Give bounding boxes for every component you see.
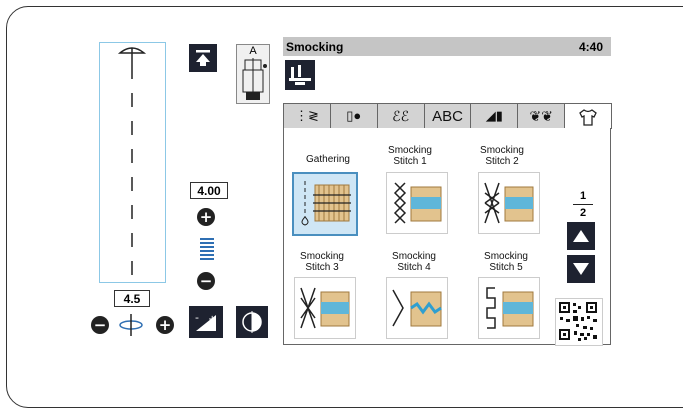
stitch-label-smocking-3: Smocking Stitch 3 (300, 251, 344, 273)
stitch-label-smocking-4: Smocking Stitch 4 (392, 251, 436, 273)
gathering-stitch-icon (301, 181, 351, 226)
stitch-label-smocking-1: Smocking Stitch 1 (388, 145, 432, 167)
stitch-gathering[interactable] (292, 172, 358, 236)
stitch-length-icon (200, 238, 214, 260)
page-total: 2 (579, 207, 587, 219)
tab-floral[interactable]: ❦❦ (517, 103, 566, 129)
screen-header: Smocking 4:40 (283, 37, 611, 56)
stitch-smocking-3[interactable] (294, 277, 356, 339)
stitch-label-gathering: Gathering (306, 154, 350, 165)
satin-stitch-icon: ◢▮ (485, 108, 503, 123)
mirror-button[interactable] (236, 306, 268, 338)
smocking-stitch-2-icon (484, 182, 534, 224)
page-up-button[interactable] (567, 222, 595, 250)
reverse-button[interactable] (189, 44, 217, 72)
qr-code-icon (559, 302, 597, 341)
stitch-label-smocking-5: Smocking Stitch 5 (484, 251, 528, 273)
width-decrease-button[interactable]: − (91, 316, 109, 334)
shirt-icon (579, 108, 597, 126)
presser-foot-letter: A (249, 45, 257, 57)
buttonhole-icon: ▯● (346, 108, 362, 123)
presser-foot-indicator: A (236, 44, 270, 104)
tab-lettering[interactable]: ABC (423, 103, 472, 129)
presser-foot-icon (242, 58, 267, 100)
qr-code[interactable] (555, 298, 603, 346)
smocking-stitch-1-icon (393, 182, 442, 224)
arrow-up-icon (573, 230, 589, 242)
sewing-mode-icon (289, 65, 311, 85)
smocking-stitch-5-icon (486, 287, 534, 329)
category-tabs: ⋮≷ ▯● ℰℰ ABC ◢▮ ❦❦ (283, 103, 613, 129)
page-title: Smocking (286, 39, 344, 54)
stitch-smocking-2[interactable] (478, 172, 540, 234)
floral-stitch-icon: ❦❦ (529, 107, 553, 124)
needle-up-icon (196, 50, 210, 66)
elongation-button[interactable]: - + (189, 306, 223, 338)
tab-utility[interactable]: ⋮≷ (283, 103, 331, 129)
stitch-smocking-5[interactable] (478, 277, 540, 339)
mirror-image-icon (242, 311, 262, 333)
stitch-smocking-1[interactable] (386, 172, 448, 234)
stitch-width-icon (119, 314, 143, 336)
tab-buttonhole[interactable]: ▯● (329, 103, 378, 129)
length-increase-button[interactable]: + (197, 208, 215, 226)
length-decrease-button[interactable]: − (197, 272, 215, 290)
tab-satin[interactable]: ◢▮ (470, 103, 519, 129)
page-down-button[interactable] (567, 255, 595, 283)
stitch-label-smocking-2: Smocking Stitch 2 (480, 145, 524, 167)
tab-decorative[interactable]: ℰℰ (376, 103, 425, 129)
arrow-down-icon (573, 263, 589, 275)
svg-text:+: + (208, 314, 216, 325)
width-increase-button[interactable]: + (156, 316, 174, 334)
mode-button[interactable] (285, 60, 315, 90)
stitch-width-value: 4.5 (114, 290, 150, 307)
smocking-stitch-4-icon (392, 289, 442, 327)
elongation-icon: - + (195, 311, 216, 331)
page-current: 1 (579, 190, 587, 202)
stitch-preview (99, 42, 166, 283)
page-indicator: 1 2 (571, 190, 595, 219)
smocking-stitch-3-icon (300, 287, 350, 329)
decorative-stitch-icon: ℰℰ (392, 107, 410, 124)
tab-lettering-label: ABC (432, 107, 463, 125)
svg-text:-: - (195, 311, 199, 324)
tab-quilt[interactable] (564, 103, 613, 129)
clock: 4:40 (578, 39, 603, 54)
utility-stitch-icon: ⋮≷ (294, 108, 319, 123)
stitch-smocking-4[interactable] (386, 277, 448, 339)
page-divider (573, 204, 593, 205)
stitch-length-value: 4.00 (190, 182, 228, 199)
